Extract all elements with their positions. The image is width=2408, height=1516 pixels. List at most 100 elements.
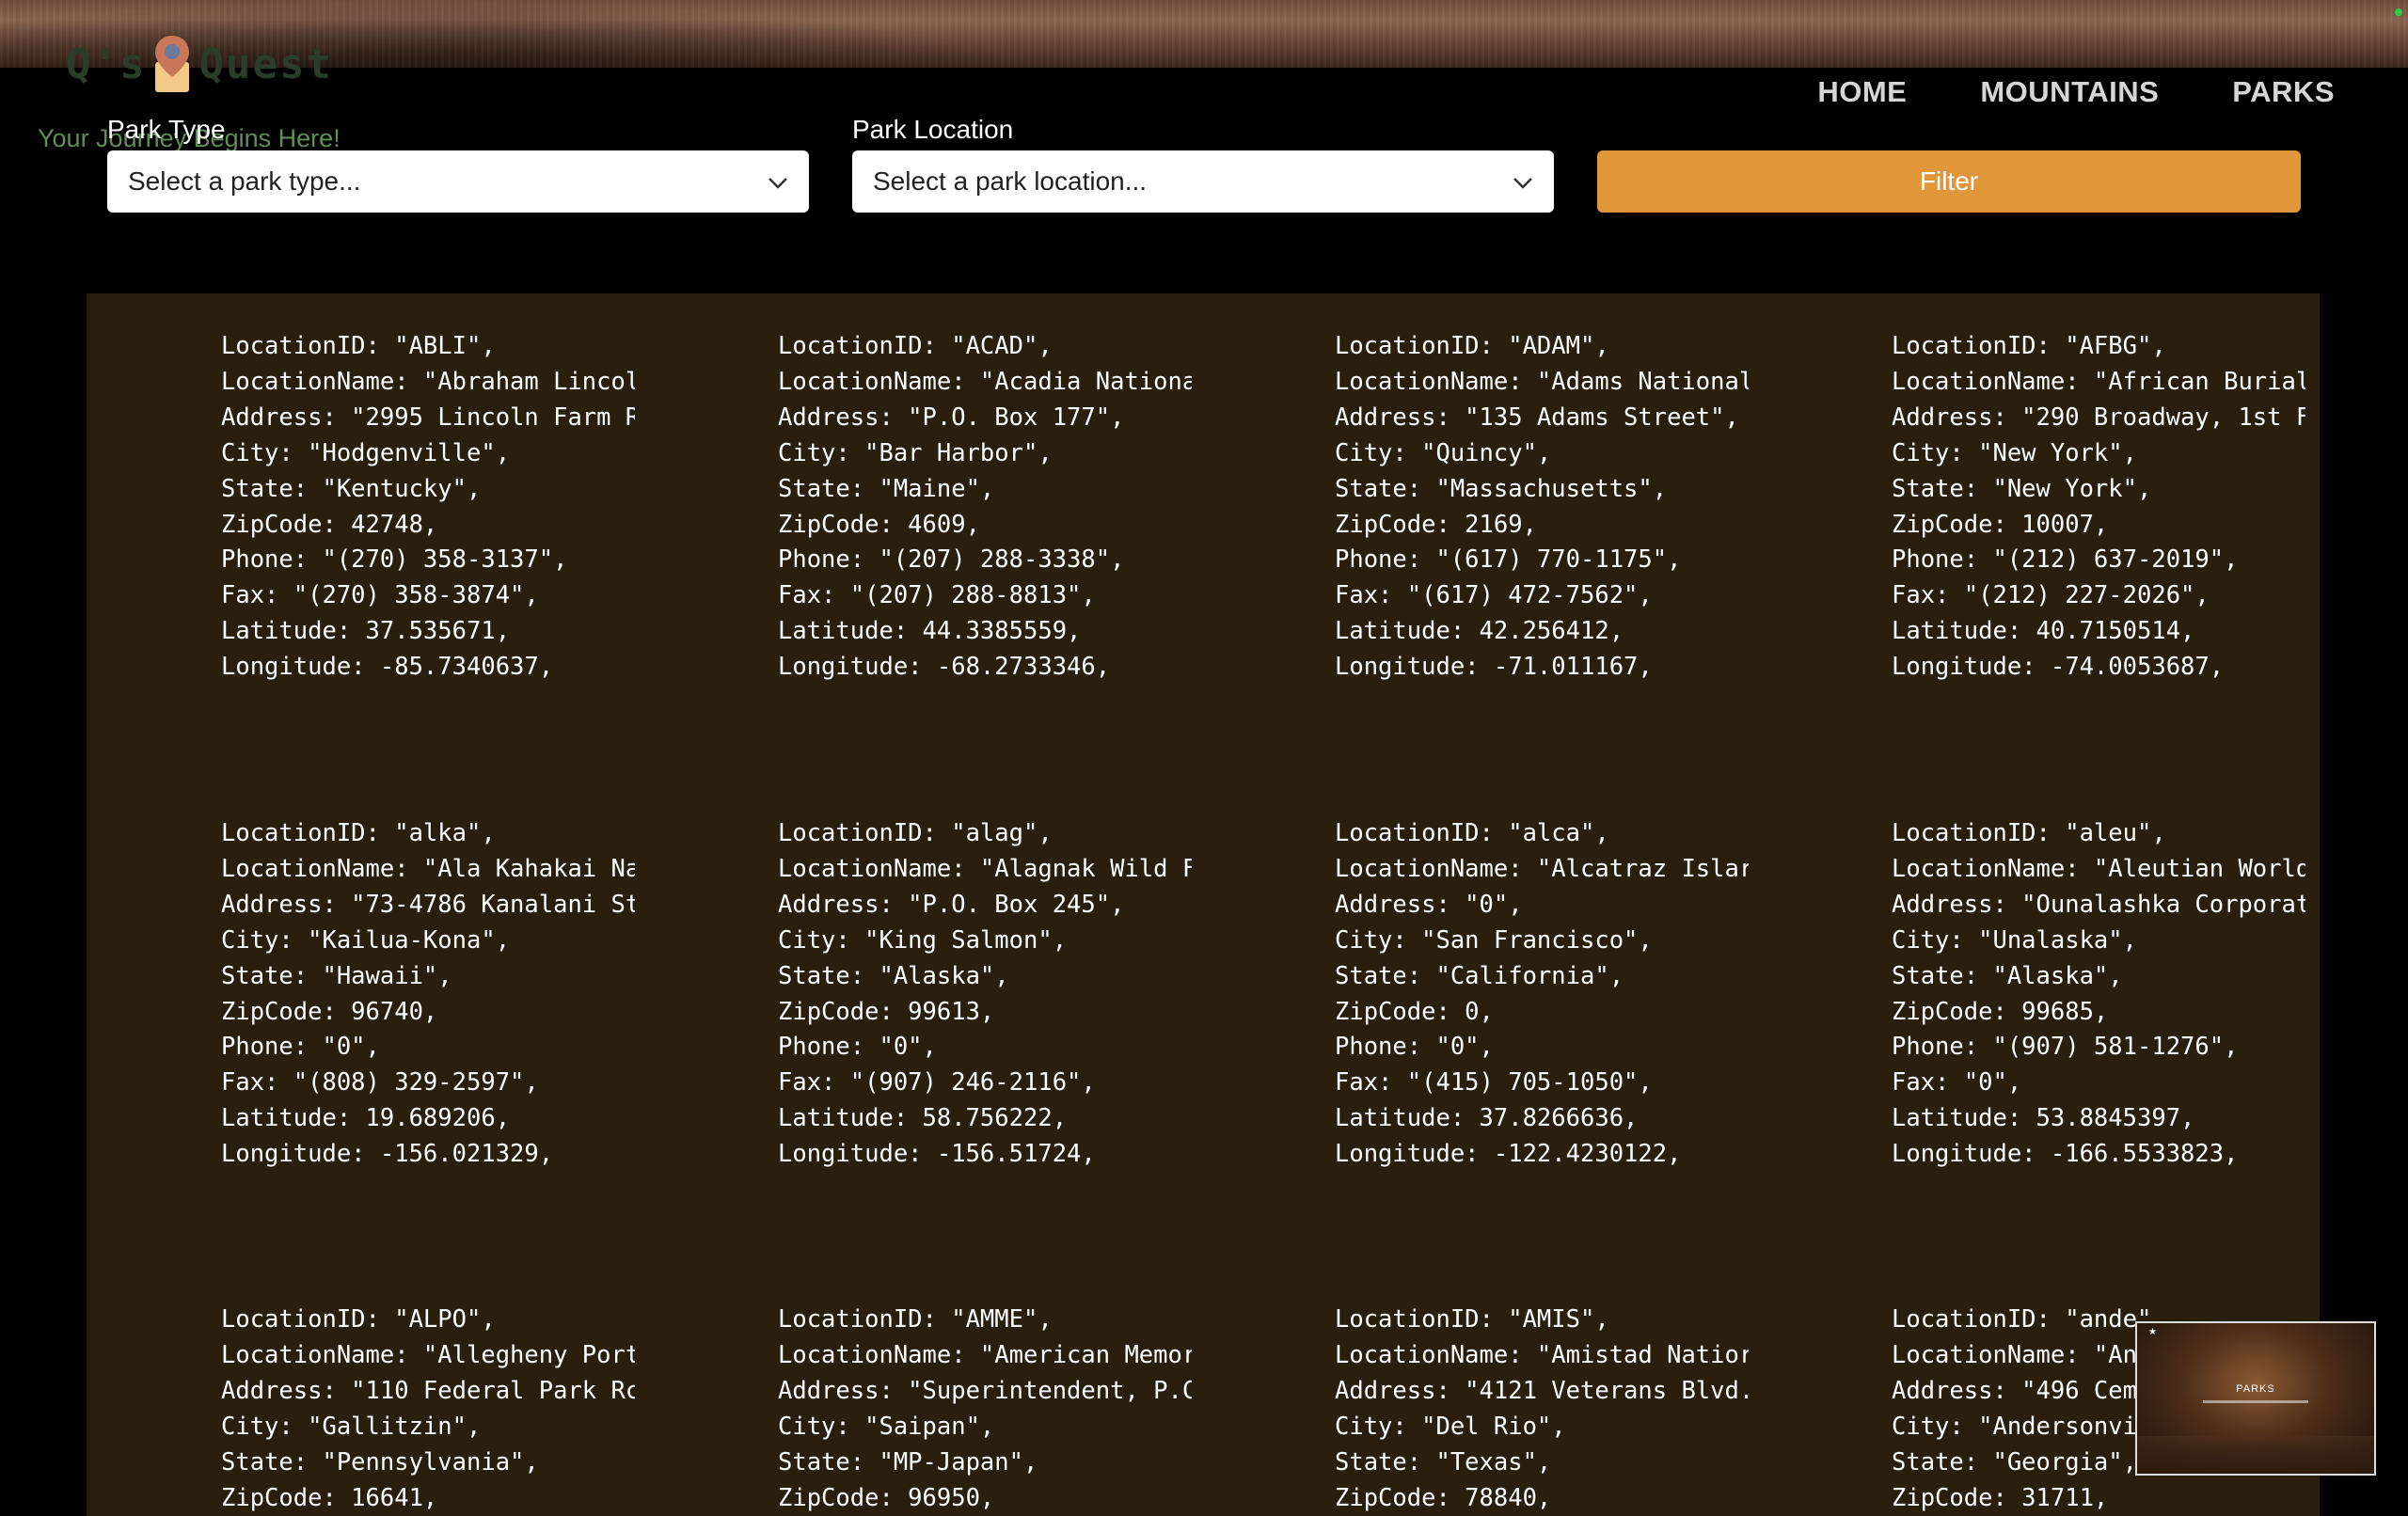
status-indicator [2395,8,2402,16]
park-card: LocationID: "ALPO", LocationName: "Allegh… [221,1303,635,1516]
park-field: LocationID: "alca", [1335,819,1609,847]
park-field: State: "New York", [1892,474,2152,503]
park-card: LocationID: "AMIS", LocationName: "Amista… [1335,1303,1749,1516]
park-field: City: "Del Rio", [1335,1412,1566,1441]
park-field: LocationID: "ALPO", [221,1305,496,1334]
park-field: City: "San Francisco", [1335,925,1653,955]
park-field: LocationName: "Ala Kahakai Na [221,854,635,883]
park-results: LocationID: "ABLI", LocationName: "Abraha… [87,293,2320,1516]
park-location-value: Select a park location... [873,166,1148,196]
park-field: Phone: "(907) 581-1276", [1892,1033,2239,1062]
park-field: City: "Unalaska", [1892,925,2137,955]
park-field: Phone: "(270) 358-3137", [221,545,568,575]
park-card: LocationID: "ACAD", LocationName: "Acadia… [778,329,1192,686]
park-field: State: "MP-Japan", [778,1447,1038,1477]
park-field: Phone: "0", [221,1033,380,1062]
park-field: Address: "73-4786 Kanalani St [221,890,635,919]
park-field: Address: "290 Broadway, 1st F [1892,403,2305,432]
park-location-label: Park Location [852,115,1014,144]
park-card: LocationID: "alag", LocationName: "Alagna… [778,816,1192,1173]
park-field: ZipCode: 2169, [1335,510,1537,539]
park-field: Fax: "(270) 358-3874", [221,581,539,610]
logo-text-right: Quest [198,39,333,88]
park-field: ZipCode: 96740, [221,997,438,1026]
park-field: Latitude: 44.3385559, [778,617,1082,646]
park-field: City: "Gallitzin", [221,1412,482,1441]
park-field: ZipCode: 96950, [778,1483,995,1512]
video-thumbnail[interactable]: ★ PARKS [2135,1321,2376,1476]
park-field: Fax: "(415) 705-1050", [1335,1068,1653,1098]
nav-parks[interactable]: PARKS [2232,75,2335,109]
park-field: LocationID: "ACAD", [778,332,1053,360]
park-field: LocationID: "AMME", [778,1305,1053,1334]
chevron-down-icon [1513,166,1533,197]
park-field: State: "Massachusetts", [1335,474,1668,503]
park-field: LocationName: "American Memor [778,1340,1192,1369]
main-nav: HOME MOUNTAINS PARKS [1817,75,2335,109]
park-field: State: "Alaska", [778,961,1009,990]
park-field: LocationID: "alka", [221,819,496,847]
thumbnail-title: PARKS [2236,1383,2275,1395]
park-field: State: "Hawaii", [221,961,452,990]
park-type-select[interactable]: Select a park type... [107,150,809,213]
park-field: Longitude: -71.011167, [1335,653,1653,682]
park-location-select[interactable]: Select a park location... [852,150,1554,213]
logo-text-left: Q's [66,39,147,88]
park-field: LocationName: "Alcatraz Islar [1335,854,1749,883]
park-field: Latitude: 37.535671, [221,617,511,646]
park-field: State: "California", [1335,961,1624,990]
map-pin-icon [151,34,193,94]
park-field: LocationID: "AMIS", [1335,1305,1609,1334]
park-field: LocationID: "AFBG", [1892,332,2166,360]
park-field: Fax: "0", [1892,1068,2022,1098]
filter-button[interactable]: Filter [1597,150,2301,213]
park-field: ZipCode: 10007, [1892,510,2109,539]
park-field: Address: "Ounalashka Corporat [1892,890,2305,919]
park-field: Phone: "0", [1335,1033,1494,1062]
park-field: LocationName: "African Burial [1892,367,2305,396]
park-field: Fax: "(617) 472-7562", [1335,581,1653,610]
nav-mountains[interactable]: MOUNTAINS [1980,75,2159,109]
park-field: Longitude: -166.5533823, [1892,1140,2239,1169]
park-card: LocationID: "ADAM", LocationName: "Adams … [1335,329,1749,686]
park-field: ZipCode: 78840, [1335,1483,1552,1512]
park-field: Latitude: 19.689206, [221,1104,511,1133]
park-field: Address: "Superintendent, P.C [778,1376,1192,1405]
park-field: Phone: "0", [778,1033,937,1062]
park-field: Latitude: 42.256412, [1335,617,1624,646]
site-logo[interactable]: Q's Quest [66,34,333,94]
park-field: City: "Kailua-Kona", [221,925,511,955]
park-field: State: "Pennsylvania", [221,1447,539,1477]
park-field: Fax: "(808) 329-2597", [221,1068,539,1098]
park-card: LocationID: "alka", LocationName: "Ala Ka… [221,816,635,1173]
park-field: Address: "135 Adams Street", [1335,403,1739,432]
park-field: City: "Hodgenville", [221,438,511,467]
nav-home[interactable]: HOME [1817,75,1907,109]
park-field: LocationName: "Alagnak Wild F [778,854,1192,883]
park-field: LocationID: "ADAM", [1335,332,1609,360]
park-field: LocationID: "aleu", [1892,819,2166,847]
park-field: Address: "4121 Veterans Blvd. [1335,1376,1749,1405]
park-field: Address: "110 Federal Park Rc [221,1376,635,1405]
park-field: LocationName: "Acadia Nationa [778,367,1192,396]
park-field: LocationName: "Amistad Natior [1335,1340,1749,1369]
park-field: Longitude: -156.51724, [778,1140,1096,1169]
park-field: Address: "2995 Lincoln Farm R [221,403,635,432]
park-card: LocationID: "AMME", LocationName: "Americ… [778,1303,1192,1516]
park-field: ZipCode: 99613, [778,997,995,1026]
park-field: ZipCode: 31711, [1892,1483,2109,1512]
park-field: Phone: "(617) 770-1175", [1335,545,1682,575]
header-background [0,0,2408,68]
park-field: Address: "P.O. Box 177", [778,403,1125,432]
park-field: Address: "P.O. Box 245", [778,890,1125,919]
park-card: LocationID: "aleu", LocationName: "Aleuti… [1892,816,2305,1173]
park-field: Longitude: -68.2733346, [778,653,1111,682]
park-field: Phone: "(212) 637-2019", [1892,545,2239,575]
park-field: City: "Quincy", [1335,438,1552,467]
park-field: LocationName: "Aleutian World [1892,854,2305,883]
park-field: ZipCode: 42748, [221,510,438,539]
park-field: Address: "0", [1335,890,1523,919]
park-field: Fax: "(907) 246-2116", [778,1068,1096,1098]
park-field: Latitude: 40.7150514, [1892,617,2195,646]
park-card: LocationID: "alca", LocationName: "Alcatr… [1335,816,1749,1173]
